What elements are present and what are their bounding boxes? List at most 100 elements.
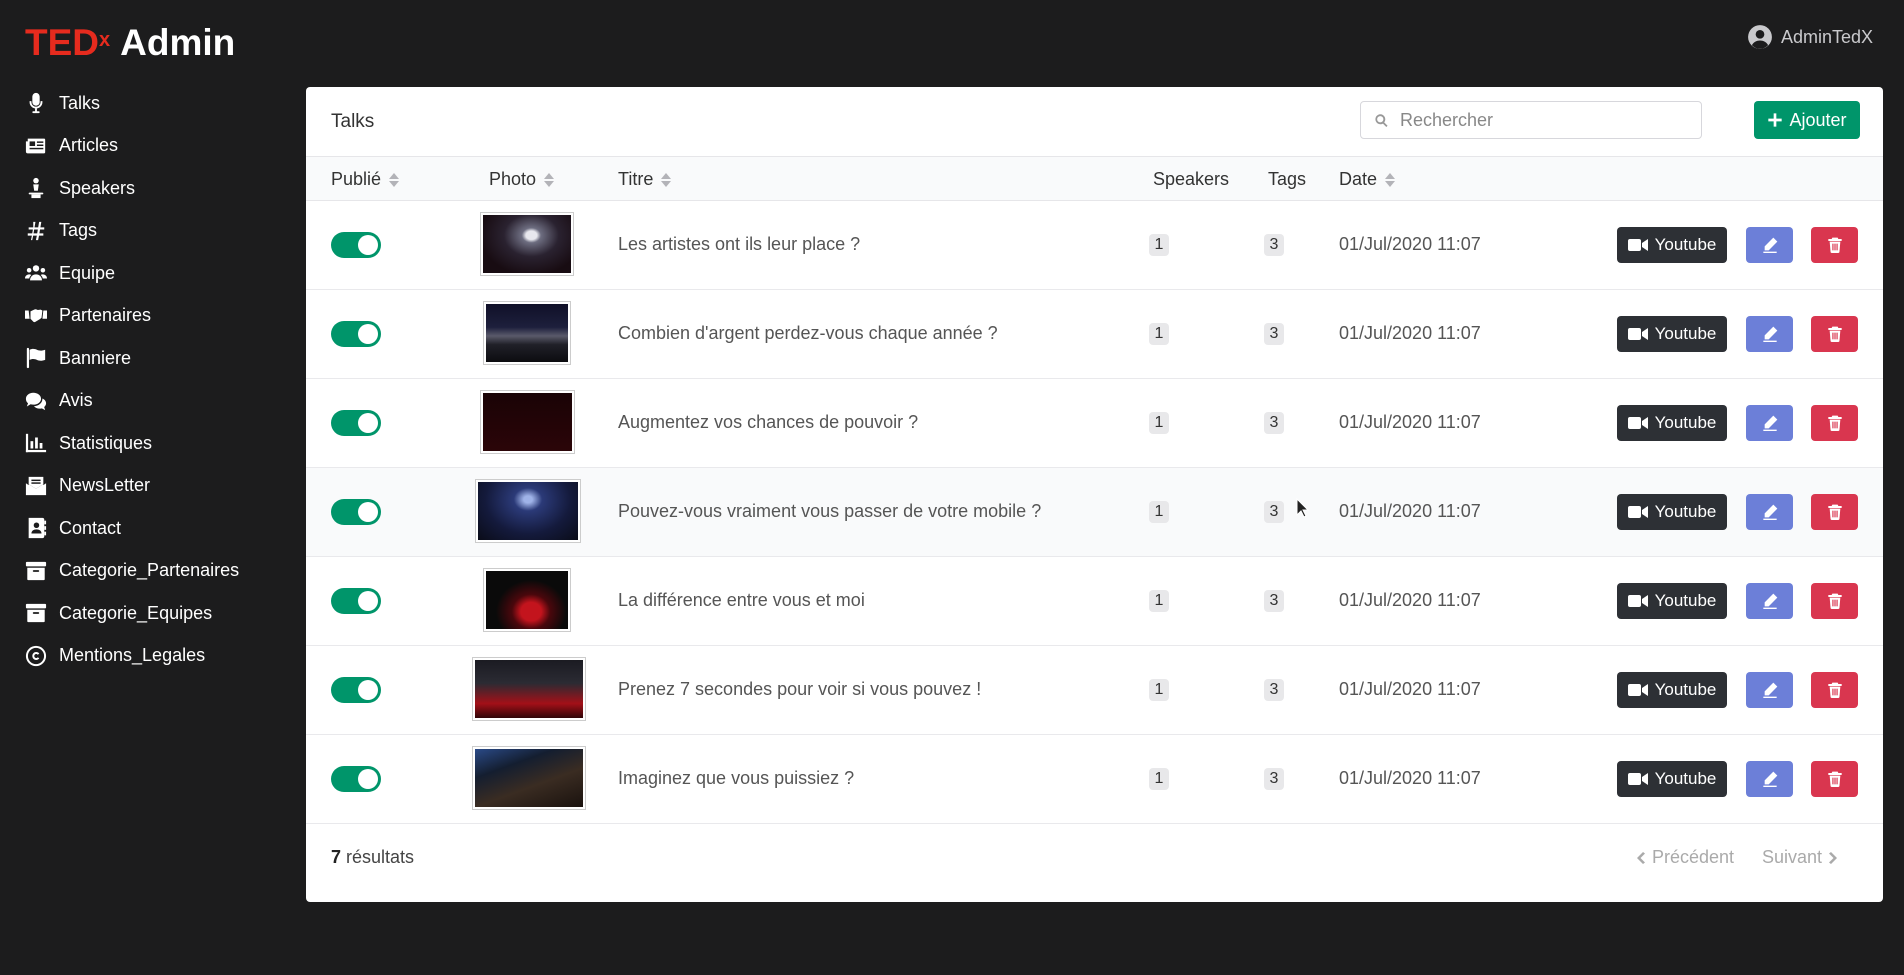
youtube-button-label: Youtube bbox=[1654, 235, 1717, 254]
sidebar-item-newsletter[interactable]: NewsLetter bbox=[24, 465, 294, 508]
sidebar-item-label: Speakers bbox=[59, 177, 136, 198]
search-input[interactable] bbox=[1398, 108, 1682, 132]
delete-button[interactable] bbox=[1811, 494, 1858, 530]
sidebar-item-label: Contact bbox=[59, 517, 122, 538]
delete-button[interactable] bbox=[1811, 227, 1858, 263]
sidebar-item-partenaires[interactable]: Partenaires bbox=[24, 295, 294, 338]
edit-button[interactable] bbox=[1746, 494, 1793, 530]
next-page-button[interactable]: Suivant bbox=[1762, 847, 1838, 868]
talk-date: 01/Jul/2020 11:07 bbox=[1339, 501, 1481, 521]
video-camera-icon bbox=[1627, 328, 1648, 340]
sort-icon bbox=[389, 172, 400, 187]
edit-button[interactable] bbox=[1746, 583, 1793, 619]
column-title-label: Titre bbox=[618, 169, 654, 189]
youtube-button[interactable]: Youtube bbox=[1617, 494, 1727, 530]
speakers-count-badge: 1 bbox=[1149, 501, 1169, 523]
edit-button[interactable] bbox=[1746, 761, 1793, 797]
prev-page-button[interactable]: Précédent bbox=[1636, 847, 1734, 868]
youtube-button-label: Youtube bbox=[1654, 769, 1717, 788]
youtube-button-label: Youtube bbox=[1654, 591, 1717, 610]
delete-button[interactable] bbox=[1811, 583, 1858, 619]
speakers-count-badge: 1 bbox=[1149, 590, 1169, 612]
column-title[interactable]: Titre bbox=[618, 169, 672, 190]
newspaper-icon bbox=[24, 134, 48, 158]
table-row: Augmentez vos chances de pouvoir ? 1 3 0… bbox=[306, 379, 1883, 468]
talk-photo bbox=[480, 212, 574, 276]
tags-count-badge: 3 bbox=[1264, 768, 1284, 790]
sidebar-item-tags[interactable]: Tags bbox=[24, 210, 294, 253]
sidebar-item-articles[interactable]: Articles bbox=[24, 125, 294, 168]
video-camera-icon bbox=[1627, 239, 1648, 251]
address-book-icon bbox=[24, 516, 48, 540]
published-toggle[interactable] bbox=[331, 677, 381, 703]
results-label: résultats bbox=[346, 847, 415, 867]
talk-photo bbox=[472, 746, 586, 810]
sidebar-item-statistiques[interactable]: Statistiques bbox=[24, 422, 294, 465]
youtube-button-label: Youtube bbox=[1654, 324, 1717, 343]
delete-button[interactable] bbox=[1811, 761, 1858, 797]
sidebar-item-label: Talks bbox=[59, 92, 101, 113]
sidebar-item-equipe[interactable]: Equipe bbox=[24, 252, 294, 295]
edit-button[interactable] bbox=[1746, 405, 1793, 441]
youtube-button[interactable]: Youtube bbox=[1617, 316, 1727, 352]
talk-photo bbox=[475, 479, 581, 543]
edit-button[interactable] bbox=[1746, 316, 1793, 352]
sidebar-item-avis[interactable]: Avis bbox=[24, 380, 294, 423]
logo-x: x bbox=[99, 29, 111, 51]
trash-icon bbox=[1827, 326, 1842, 342]
speaker-person-icon bbox=[24, 176, 48, 200]
table-row: Prenez 7 secondes pour voir si vous pouv… bbox=[306, 646, 1883, 735]
sidebar-item-categorie-partenaires[interactable]: Categorie_Partenaires bbox=[24, 550, 294, 593]
speakers-count-badge: 1 bbox=[1149, 768, 1169, 790]
sidebar-item-label: Tags bbox=[59, 220, 98, 241]
sidebar-item-categorie-equipes[interactable]: Categorie_Equipes bbox=[24, 592, 294, 635]
pencil-icon bbox=[1762, 415, 1777, 431]
speakers-count-badge: 1 bbox=[1149, 323, 1169, 345]
talk-date: 01/Jul/2020 11:07 bbox=[1339, 323, 1481, 343]
sidebar-item-contact[interactable]: Contact bbox=[24, 507, 294, 550]
trash-icon bbox=[1827, 415, 1842, 431]
sidebar-item-mentions-legales[interactable]: Mentions_Legales bbox=[24, 635, 294, 678]
sidebar-item-banniere[interactable]: Banniere bbox=[24, 337, 294, 380]
delete-button[interactable] bbox=[1811, 316, 1858, 352]
youtube-button[interactable]: Youtube bbox=[1617, 761, 1727, 797]
published-toggle[interactable] bbox=[331, 766, 381, 792]
add-talk-button[interactable]: Ajouter bbox=[1754, 101, 1860, 139]
column-date[interactable]: Date bbox=[1339, 169, 1396, 190]
search-box[interactable] bbox=[1360, 101, 1702, 139]
sidebar-item-label: Articles bbox=[59, 135, 119, 156]
edit-button[interactable] bbox=[1746, 227, 1793, 263]
pencil-icon bbox=[1762, 326, 1777, 342]
tags-count-badge: 3 bbox=[1264, 679, 1284, 701]
sidebar-item-talks[interactable]: Talks bbox=[24, 82, 294, 125]
youtube-button[interactable]: Youtube bbox=[1617, 583, 1727, 619]
tags-count-badge: 3 bbox=[1264, 323, 1284, 345]
talk-title: Les artistes ont ils leur place ? bbox=[618, 234, 861, 254]
sidebar-item-speakers[interactable]: Speakers bbox=[24, 167, 294, 210]
delete-button[interactable] bbox=[1811, 405, 1858, 441]
youtube-button[interactable]: Youtube bbox=[1617, 405, 1727, 441]
published-toggle[interactable] bbox=[331, 588, 381, 614]
table-row: La différence entre vous et moi 1 3 01/J… bbox=[306, 557, 1883, 646]
handshake-icon bbox=[24, 304, 48, 328]
published-toggle[interactable] bbox=[331, 499, 381, 525]
column-photo[interactable]: Photo bbox=[489, 169, 555, 190]
pencil-icon bbox=[1762, 771, 1777, 787]
youtube-button-label: Youtube bbox=[1654, 680, 1717, 699]
published-toggle[interactable] bbox=[331, 232, 381, 258]
talk-photo bbox=[483, 568, 571, 632]
youtube-button[interactable]: Youtube bbox=[1617, 672, 1727, 708]
column-published[interactable]: Publié bbox=[331, 169, 400, 190]
talk-photo bbox=[480, 390, 575, 454]
published-toggle[interactable] bbox=[331, 410, 381, 436]
user-menu[interactable]: AdminTedX bbox=[1747, 24, 1873, 50]
edit-button[interactable] bbox=[1746, 672, 1793, 708]
column-speakers-label: Speakers bbox=[1153, 169, 1230, 189]
youtube-button[interactable]: Youtube bbox=[1617, 227, 1727, 263]
talks-card: Talks Ajouter Publié Photo Titre Speaker… bbox=[306, 87, 1883, 902]
youtube-button-label: Youtube bbox=[1654, 413, 1717, 432]
published-toggle[interactable] bbox=[331, 321, 381, 347]
logo-ted: TED bbox=[25, 22, 99, 63]
sort-icon bbox=[661, 172, 672, 187]
delete-button[interactable] bbox=[1811, 672, 1858, 708]
